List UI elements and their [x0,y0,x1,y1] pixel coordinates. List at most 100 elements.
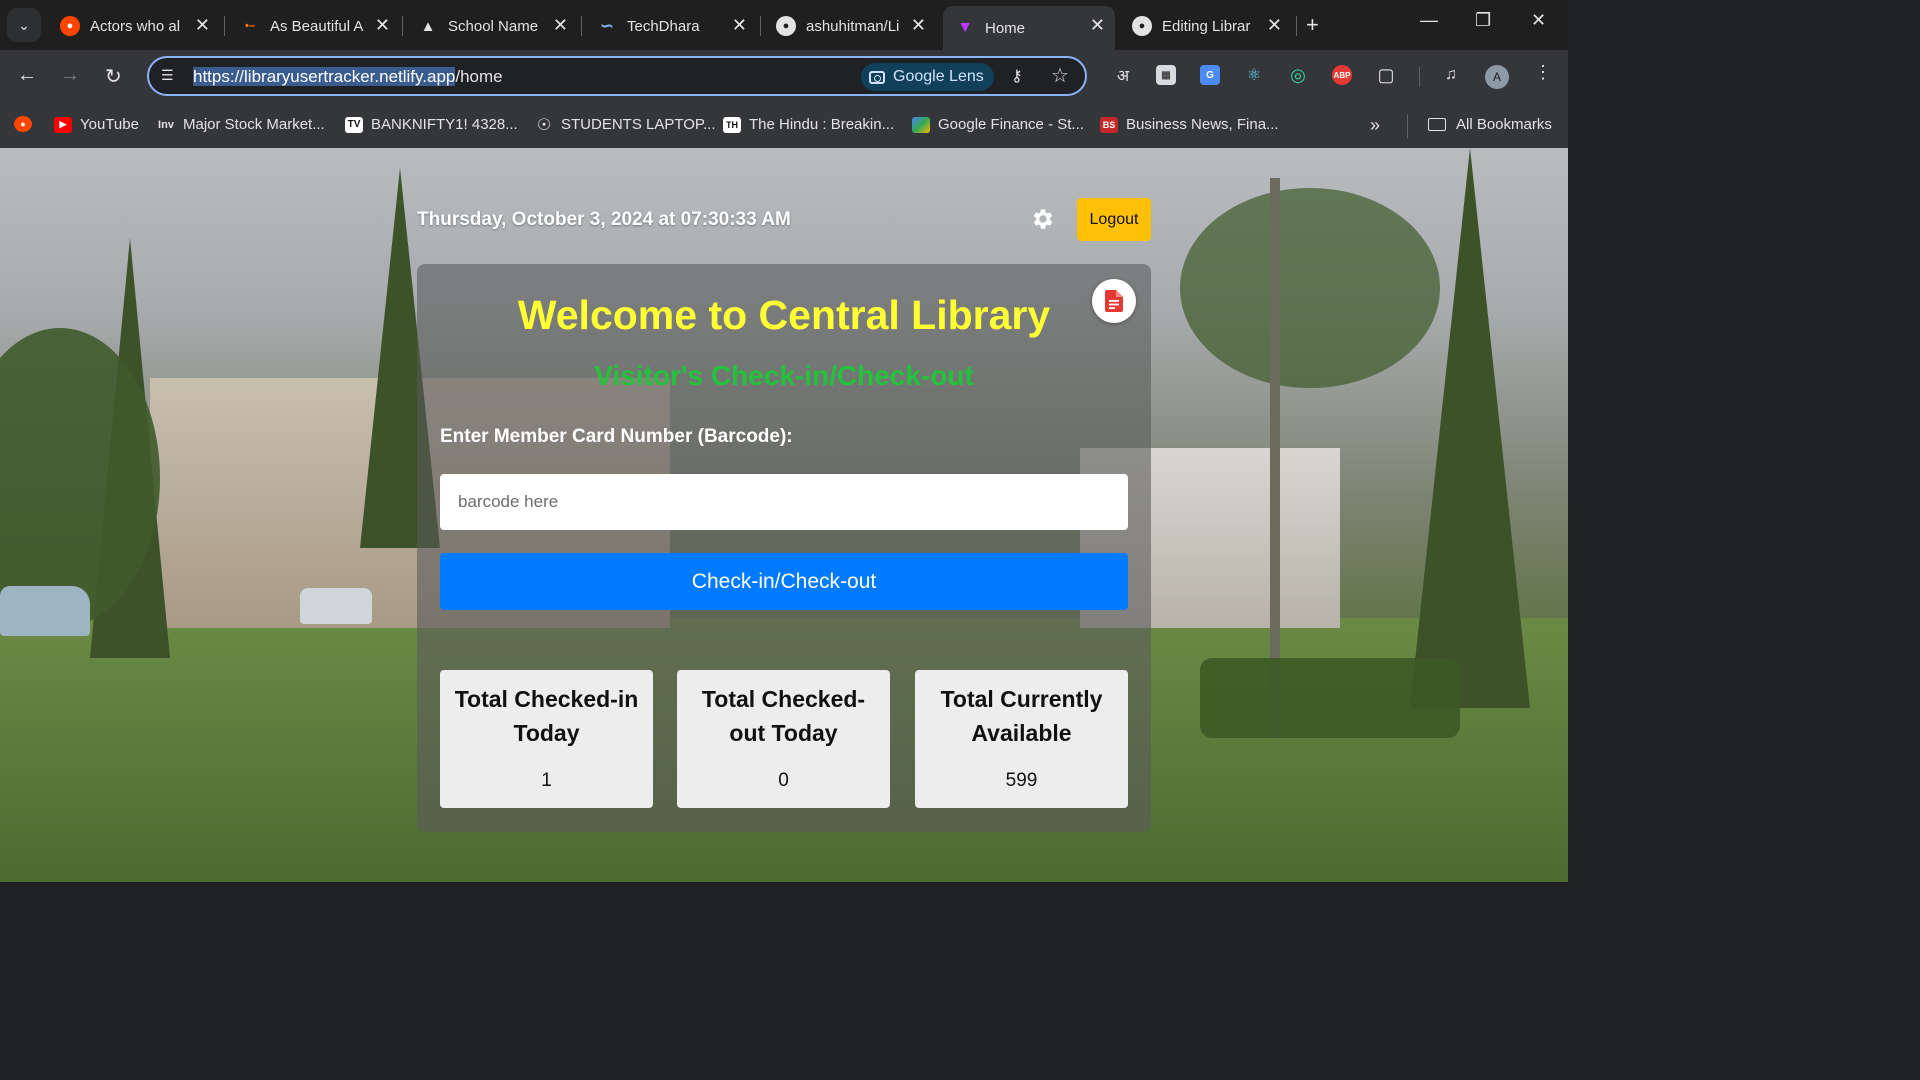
url-text[interactable]: https://libraryusertracker.netlify.app/h… [193,67,503,87]
tab-title: ashuhitman/Li [806,17,900,35]
browser-toolbar: ← → ↻ ☰ https://libraryusertracker.netli… [0,50,1568,104]
bookmark-google-finance[interactable]: Google Finance - St... [912,116,1084,133]
tab-techdhara[interactable]: ∽ TechDhara ✕ [585,6,757,46]
minimize-icon[interactable]: — [1420,10,1438,31]
tradingview-icon: TV [345,116,363,133]
barcode-input[interactable] [440,474,1128,530]
tab-home[interactable]: ▼ Home ✕ [943,6,1115,50]
barcode-label: Enter Member Card Number (Barcode): [440,426,793,447]
tab-actors[interactable]: ● Actors who al ✕ [48,6,220,46]
bookmark-students-laptop[interactable]: ☉ STUDENTS LAPTOP... [535,116,716,134]
all-bookmarks-button[interactable]: All Bookmarks [1428,116,1552,133]
bookmark-banknifty[interactable]: TV BANKNIFTY1! 4328... [345,116,518,133]
tab-search-button[interactable]: ⌄ [7,8,41,42]
google-finance-icon [912,116,930,133]
tab-editing-library[interactable]: ● Editing Librar ✕ [1120,6,1292,46]
close-icon[interactable]: ✕ [553,15,568,36]
bookmark-label: Major Stock Market... [183,116,325,133]
target-icon[interactable]: ◎ [1288,65,1308,85]
background-pine-tree [1410,148,1530,708]
back-icon[interactable]: ← [17,64,37,87]
close-icon[interactable]: ✕ [1267,15,1282,36]
reload-icon[interactable]: ↻ [105,64,122,89]
hindi-input-icon[interactable]: अ [1113,65,1133,85]
bookmark-label: The Hindu : Breakin... [749,116,895,133]
bookmark-label: YouTube [80,116,139,133]
stat-label: Total Checked-in Today [454,686,639,746]
background-car [0,586,90,636]
close-icon[interactable]: ✕ [375,15,390,36]
close-icon[interactable]: ✕ [1090,15,1105,36]
all-bookmarks-label: All Bookmarks [1456,116,1552,133]
tab-title: Actors who al [90,17,181,35]
folder-icon [1428,118,1446,131]
stat-checked-out-today: Total Checked-out Today 0 [677,670,890,808]
tab-title: Home [985,19,1026,37]
youtube-icon: ▶ [54,116,72,133]
new-tab-button[interactable]: + [1306,12,1319,38]
google-lens-label: Google Lens [893,68,984,85]
restore-icon[interactable]: ❐ [1475,10,1491,31]
globe-icon: ☉ [536,116,552,134]
github-icon: ● [1132,16,1152,36]
close-icon[interactable]: ✕ [911,15,926,36]
bookmark-star-icon[interactable]: ☆ [1051,63,1069,88]
bookmark-label: STUDENTS LAPTOP... [561,116,716,133]
profile-avatar[interactable]: A [1485,65,1509,89]
tab-title: School Name [448,17,539,35]
settings-gear-icon[interactable] [1030,206,1056,232]
extension-icon[interactable]: ▦ [1156,65,1176,85]
more-bookmarks-chevron-icon[interactable]: » [1370,115,1380,136]
checkin-card: Welcome to Central Library Visitor's Che… [417,264,1151,832]
address-bar[interactable]: ☰ https://libraryusertracker.netlify.app… [147,56,1087,96]
logout-button[interactable]: Logout [1077,198,1151,241]
bookmark-youtube[interactable]: ▶ YouTube [54,116,139,133]
close-icon[interactable]: ✕ [195,15,210,36]
translate-icon[interactable]: G [1200,65,1220,85]
close-icon[interactable]: ✕ [732,15,747,36]
current-datetime: Thursday, October 3, 2024 at 07:30:33 AM [417,209,791,230]
stat-checked-in-today: Total Checked-in Today 1 [440,670,653,808]
media-queue-icon[interactable]: ♫ [1441,65,1461,85]
adblock-plus-icon[interactable]: ABP [1332,65,1352,85]
background-palm-fronds [1180,188,1440,388]
bookmark-reddit[interactable]: ● [14,116,40,132]
swirl-icon: ∽ [600,18,614,35]
tab-school-name[interactable]: ▲ School Name ✕ [406,6,578,46]
forward-icon[interactable]: → [60,64,80,87]
background-car [300,588,372,624]
site-icon: •– [245,20,255,32]
background-palm-trunk [1270,178,1280,738]
site-info-icon[interactable]: ☰ [161,67,174,84]
password-key-icon[interactable]: ⚷ [1011,66,1023,86]
google-lens-button[interactable]: Google Lens [861,63,994,91]
tab-title: Editing Librar [1162,17,1251,35]
tab-as-beautiful[interactable]: •– As Beautiful A ✕ [228,6,400,46]
more-menu-icon[interactable]: ⋮ [1534,62,1552,83]
vite-icon: ▼ [957,19,973,36]
background-hedge [1200,658,1460,738]
github-icon: ● [776,16,796,36]
bookmark-business-standard[interactable]: BS Business News, Fina... [1100,116,1279,133]
tab-github-repo[interactable]: ● ashuhitman/Li ✕ [764,6,936,46]
bookmarks-bar: ● ▶ YouTube Inv Major Stock Market... TV… [0,104,1568,148]
page-viewport: Thursday, October 3, 2024 at 07:30:33 AM… [0,148,1568,882]
business-standard-icon: BS [1100,116,1118,133]
reddit-icon: ● [14,116,32,132]
stat-label: Total Currently Available [940,686,1103,746]
bell-icon: ▲ [420,17,436,35]
bookmark-the-hindu[interactable]: TH The Hindu : Breakin... [723,116,894,133]
extensions-puzzle-icon[interactable]: ▢ [1376,65,1396,85]
close-window-icon[interactable]: ✕ [1531,10,1546,31]
stat-label: Total Checked-out Today [701,686,866,746]
bookmark-major-stock[interactable]: Inv Major Stock Market... [157,116,325,133]
thehindu-icon: TH [723,116,741,133]
inv-icon: Inv [158,118,174,131]
stat-currently-available: Total Currently Available 599 [915,670,1128,808]
bookmark-label: Google Finance - St... [938,116,1084,133]
react-devtools-icon[interactable]: ⚛ [1244,65,1264,85]
checkin-checkout-button[interactable]: Check-in/Check-out [440,553,1128,610]
tab-title: TechDhara [627,17,700,35]
page-title: Welcome to Central Library [517,292,1051,338]
stat-value: 1 [541,770,552,791]
